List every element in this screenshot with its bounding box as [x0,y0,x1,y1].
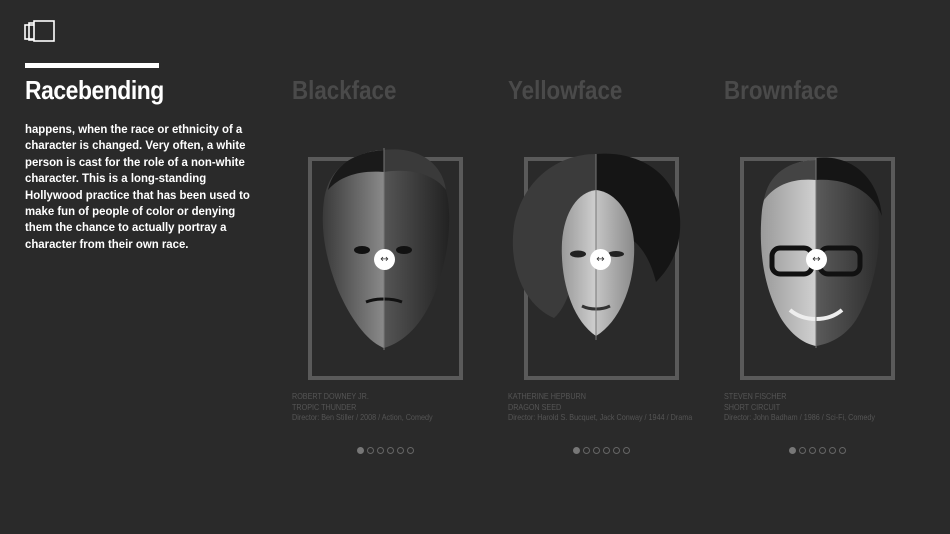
actor-name: STEVEN FISCHER [724,392,787,401]
pagination-dot[interactable] [623,447,630,454]
comparison-card-blackface: Blackface ↔ ROBERT DOWNEY JR. TROPIC THU… [292,0,508,534]
category-title: Brownface [724,75,839,105]
film-info: STEVEN FISCHER SHORT CIRCUIT Director: J… [724,392,918,424]
actor-name: ROBERT DOWNEY JR. [292,392,369,401]
pagination-dot[interactable] [357,447,364,454]
pagination-dot[interactable] [613,447,620,454]
film-info: ROBERT DOWNEY JR. TROPIC THUNDER Directo… [292,392,486,424]
film-credits: Director: John Badham / 1986 / Sci-Fi, C… [724,413,875,422]
film-credits: Director: Harold S. Bucquet, Jack Conway… [508,413,693,422]
film-info: KATHERINE HEPBURN DRAGON SEED Director: … [508,392,702,424]
category-title: Yellowface [508,75,623,105]
film-credits: Director: Ben Stiller / 2008 / Action, C… [292,413,433,422]
pagination-dot[interactable] [809,447,816,454]
pagination-dot[interactable] [819,447,826,454]
category-title: Blackface [292,75,397,105]
pagination-dot[interactable] [799,447,806,454]
compare-handle-icon[interactable]: ↔ [590,249,611,270]
pagination-dot[interactable] [789,447,796,454]
movie-title: DRAGON SEED [508,402,562,412]
title-rule [25,63,159,68]
pagination-dot[interactable] [367,447,374,454]
pagination-dot[interactable] [593,447,600,454]
pagination-dots [573,447,630,454]
movie-title: SHORT CIRCUIT [724,402,781,412]
pagination-dots [789,447,846,454]
pagination-dot[interactable] [829,447,836,454]
pagination-dot[interactable] [377,447,384,454]
pagination-dot[interactable] [839,447,846,454]
face-comparison-image[interactable] [502,130,690,354]
page-title: Racebending [25,75,164,105]
logo-icon[interactable] [24,19,56,45]
compare-handle-icon[interactable]: ↔ [374,249,395,270]
comparison-card-brownface: Brownface ↔ STEVEN FISCHER SHORT CIRCUIT… [724,0,940,534]
intro-text: happens, when the race or ethnicity of a… [25,122,250,251]
face-comparison-image[interactable] [728,130,904,354]
face-comparison-image[interactable] [296,130,472,354]
movie-title: TROPIC THUNDER [292,402,357,412]
pagination-dot[interactable] [573,447,580,454]
pagination-dot[interactable] [583,447,590,454]
comparison-card-yellowface: Yellowface ↔ KATHERINE HEPBURN DRAGON SE… [508,0,724,534]
pagination-dot[interactable] [397,447,404,454]
pagination-dots [357,447,414,454]
pagination-dot[interactable] [603,447,610,454]
compare-handle-icon[interactable]: ↔ [806,249,827,270]
pagination-dot[interactable] [407,447,414,454]
actor-name: KATHERINE HEPBURN [508,392,586,401]
pagination-dot[interactable] [387,447,394,454]
